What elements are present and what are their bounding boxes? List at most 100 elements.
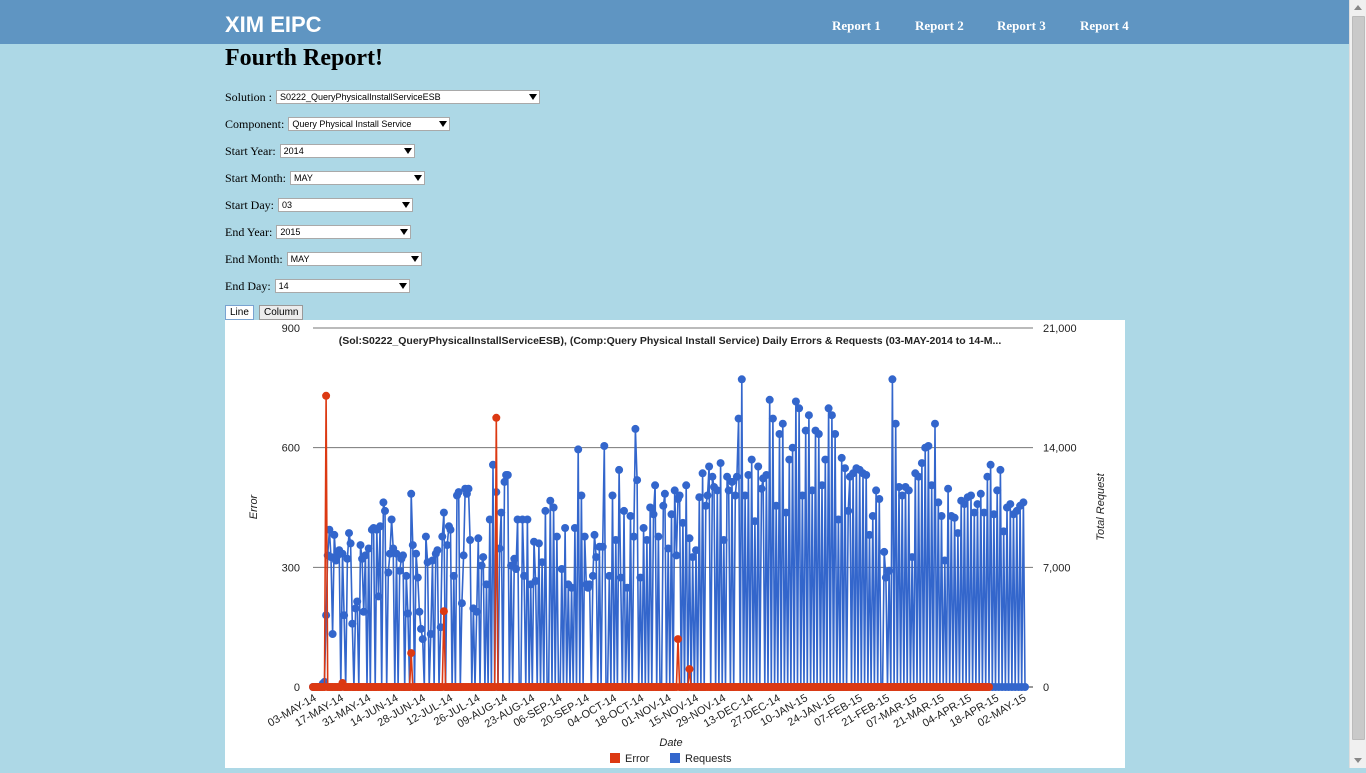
solution-select[interactable]: S0222_QueryPhysicalInstallServiceESB — [276, 90, 541, 104]
end-day-row: End Day: 14 — [225, 278, 410, 294]
requests-point — [908, 553, 917, 562]
end-year-select[interactable]: 2015 — [276, 225, 412, 239]
requests-point — [642, 536, 651, 544]
requests-point — [675, 491, 684, 500]
start-month-select[interactable]: MAY — [290, 171, 426, 185]
chevron-down-icon — [439, 121, 448, 127]
requests-point — [479, 553, 488, 562]
page-scrollbar[interactable] — [1349, 0, 1366, 768]
requests-point — [585, 580, 594, 589]
requests-point — [592, 553, 601, 562]
start-month-value: MAY — [294, 173, 313, 183]
requests-point — [346, 539, 355, 548]
scroll-down-icon[interactable] — [1354, 758, 1362, 763]
legend-requests-swatch — [670, 753, 680, 763]
requests-point — [520, 571, 529, 580]
requests-point — [608, 491, 617, 500]
chevron-down-icon — [398, 283, 407, 289]
error-point — [492, 413, 501, 422]
requests-point — [446, 525, 455, 534]
component-select[interactable]: Query Physical Install Service — [288, 117, 451, 131]
requests-point — [713, 486, 722, 495]
requests-point — [417, 624, 425, 633]
requests-point — [744, 471, 753, 479]
error-point — [674, 635, 682, 644]
page-title: Fourth Report! — [225, 45, 383, 71]
requests-point — [549, 503, 558, 512]
right-y-axis: 0 7,000 14,000 21,000 — [1043, 323, 1077, 694]
requests-point — [708, 472, 717, 481]
requests-point — [734, 414, 743, 423]
requests-point — [620, 506, 628, 515]
end-month-select[interactable]: MAY — [286, 252, 422, 266]
requests-point — [534, 539, 543, 548]
left-y-axis-label: Error — [248, 493, 260, 519]
requests-point — [345, 529, 353, 538]
requests-point — [598, 542, 607, 551]
requests-point — [353, 597, 362, 606]
requests-point — [731, 491, 740, 500]
requests-point — [376, 522, 385, 531]
requests-point — [795, 404, 804, 413]
start-day-select[interactable]: 03 — [278, 198, 413, 212]
requests-point — [379, 498, 388, 507]
requests-point — [402, 571, 411, 580]
requests-point — [485, 515, 494, 524]
requests-point — [395, 566, 404, 575]
legend-error-swatch — [610, 753, 620, 763]
requests-point — [408, 541, 417, 550]
requests-point — [472, 607, 481, 616]
solution-value: S0222_QueryPhysicalInstallServiceESB — [280, 92, 441, 102]
requests-point — [497, 508, 506, 517]
requests-point — [574, 445, 583, 454]
left-y-tick-label: 900 — [282, 323, 300, 335]
requests-point — [692, 546, 700, 555]
nav-report-2[interactable]: Report 2 — [915, 18, 964, 34]
start-year-value: 2014 — [283, 146, 304, 156]
scrollbar-thumb[interactable] — [1352, 16, 1365, 740]
requests-point — [615, 465, 624, 474]
requests-point — [418, 635, 427, 644]
requests-point — [898, 491, 907, 500]
requests-point — [413, 573, 422, 582]
requests-point — [328, 630, 337, 638]
requests-point — [741, 491, 750, 500]
requests-point — [500, 477, 509, 486]
requests-point — [788, 443, 797, 452]
nav-report-3[interactable]: Report 3 — [997, 18, 1046, 34]
requests-series — [309, 375, 1029, 691]
requests-point — [782, 508, 790, 517]
component-label: Component: — [225, 116, 285, 131]
requests-point — [940, 556, 949, 565]
requests-point — [561, 524, 570, 532]
requests-point — [996, 465, 1005, 474]
end-day-select[interactable]: 14 — [274, 279, 410, 293]
error-point — [439, 607, 448, 616]
requests-point — [924, 442, 933, 450]
end-month-label: End Month: — [225, 251, 283, 266]
error-point — [407, 649, 416, 658]
scroll-up-icon[interactable] — [1354, 5, 1362, 10]
right-y-tick-label: 14,000 — [1043, 443, 1077, 455]
start-year-select[interactable]: 2014 — [279, 144, 415, 158]
requests-point — [577, 491, 586, 500]
nav-report-1[interactable]: Report 1 — [832, 18, 881, 34]
line-chart-button[interactable]: Line — [225, 305, 254, 320]
requests-point — [989, 510, 998, 519]
requests-point — [466, 536, 475, 544]
requests-point — [934, 498, 943, 507]
requests-point — [827, 411, 836, 420]
requests-point — [631, 424, 640, 433]
requests-point — [765, 395, 774, 404]
requests-point — [834, 515, 843, 524]
requests-point — [724, 486, 733, 495]
requests-point — [824, 404, 833, 413]
requests-point — [865, 530, 874, 539]
requests-point — [960, 500, 969, 509]
column-chart-button[interactable]: Column — [259, 305, 304, 320]
requests-point — [364, 544, 373, 553]
requests-point — [407, 489, 416, 498]
nav-report-4[interactable]: Report 4 — [1080, 18, 1129, 34]
brand-logo[interactable]: XIM EIPC — [225, 12, 322, 38]
requests-point — [503, 471, 512, 479]
